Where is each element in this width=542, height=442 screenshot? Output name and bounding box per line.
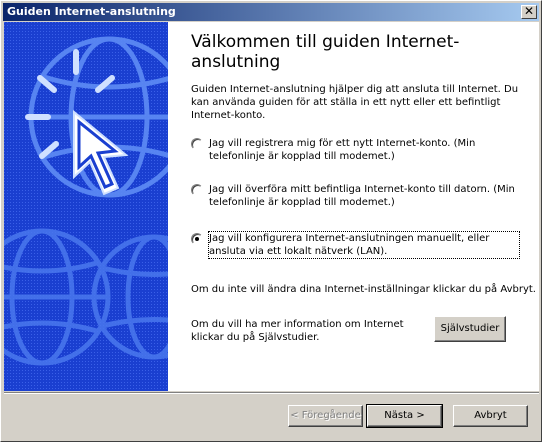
option-manual-setup[interactable]: Jag vill konfigurera Internet-anslutning… bbox=[191, 231, 536, 259]
globe-cursor-graphic bbox=[4, 22, 168, 391]
cancel-button[interactable]: Avbryt bbox=[453, 405, 528, 427]
tutorial-button[interactable]: Självstudier bbox=[434, 316, 506, 342]
close-button[interactable]: ✕ bbox=[521, 5, 537, 19]
wizard-window: Guiden Internet-anslutning ✕ Välkommen t… bbox=[0, 0, 542, 442]
option-new-account[interactable]: Jag vill registrera mig för ett nytt Int… bbox=[191, 137, 536, 163]
side-graphic-panel bbox=[4, 22, 168, 391]
page-title: Välkommen till guiden Internet-anslutnin… bbox=[191, 32, 460, 72]
back-button[interactable]: < Föregående bbox=[288, 405, 363, 427]
intro-text: Guiden Internet-anslutning hjälper dig a… bbox=[191, 84, 519, 121]
footer-separator bbox=[4, 392, 539, 394]
option-label: Jag vill överföra mitt befintliga Intern… bbox=[209, 184, 515, 208]
option-transfer-account[interactable]: Jag vill överföra mitt befintliga Intern… bbox=[191, 183, 536, 209]
option-label: Jag vill konfigurera Internet-anslutning… bbox=[208, 231, 520, 259]
radio-manual-setup[interactable] bbox=[191, 233, 203, 245]
radio-transfer-account[interactable] bbox=[191, 184, 203, 196]
title-bar[interactable]: Guiden Internet-anslutning ✕ bbox=[3, 3, 539, 21]
window-title: Guiden Internet-anslutning bbox=[7, 5, 176, 18]
radio-new-account[interactable] bbox=[191, 138, 203, 150]
option-label: Jag vill registrera mig för ett nytt Int… bbox=[209, 138, 476, 162]
wizard-content: Välkommen till guiden Internet-anslutnin… bbox=[168, 22, 539, 391]
close-icon: ✕ bbox=[523, 4, 535, 18]
tutorial-note: Om du vill ha mer information om Interne… bbox=[191, 319, 404, 343]
next-button[interactable]: Nästa > bbox=[366, 404, 443, 428]
cancel-note: Om du inte vill ändra dina Internet-inst… bbox=[191, 284, 536, 295]
